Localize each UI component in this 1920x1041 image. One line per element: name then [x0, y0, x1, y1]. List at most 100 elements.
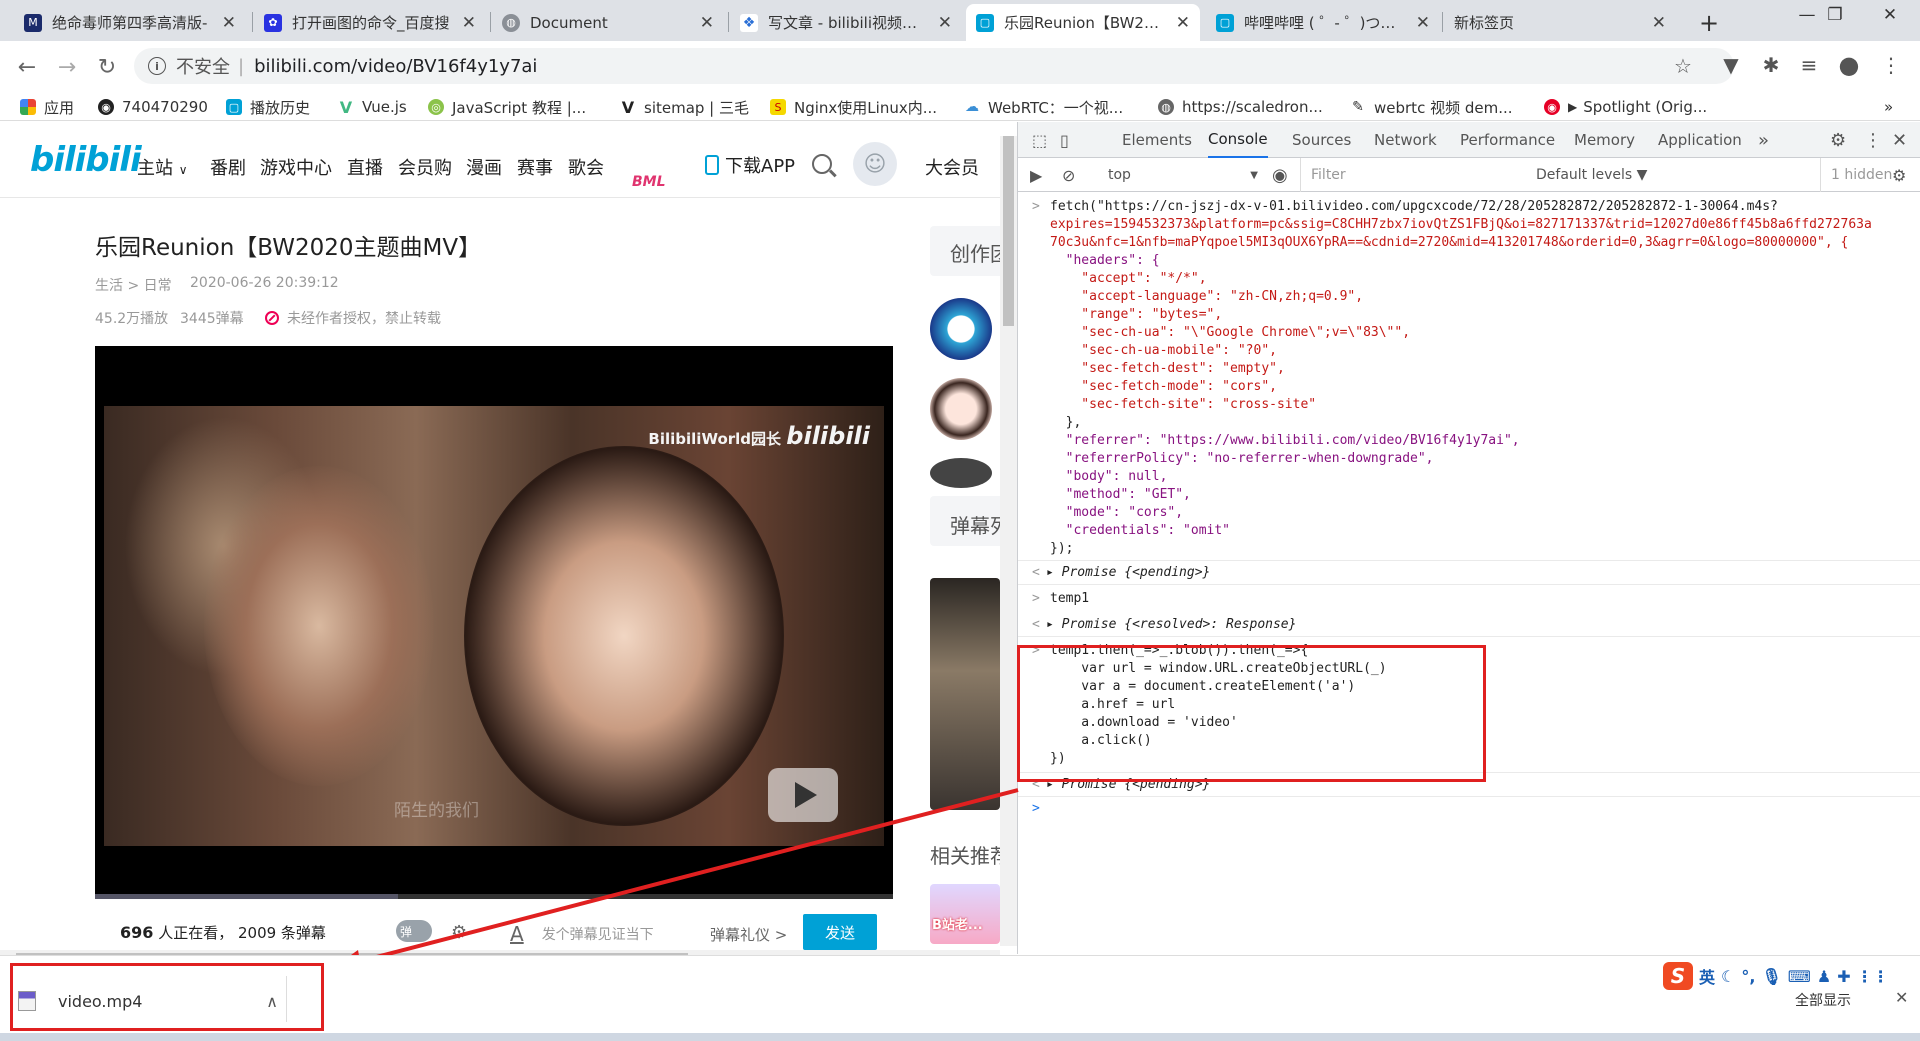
close-icon[interactable]: ✕ — [700, 13, 714, 33]
nav-main[interactable]: 主站 ∨ — [137, 154, 188, 180]
tab-divider — [252, 12, 253, 32]
close-icon[interactable]: ✕ — [1416, 13, 1430, 33]
info-icon[interactable]: i — [148, 57, 166, 75]
danmaku-list-heading[interactable]: 弹幕列表 — [950, 510, 1000, 539]
eye-icon[interactable]: ◉ — [1272, 158, 1288, 192]
tab-application[interactable]: Application — [1658, 122, 1742, 158]
close-devtools-icon[interactable]: ✕ — [1892, 122, 1907, 158]
nav-shop[interactable]: 会员购 — [398, 154, 452, 180]
bilibili-logo[interactable]: bilibili — [30, 140, 142, 180]
vip-link[interactable]: 大会员 — [925, 154, 979, 180]
nav-concert[interactable]: 歌会 — [568, 154, 604, 180]
shirt-icon[interactable]: ✚ — [1837, 967, 1850, 986]
more-tabs-icon[interactable]: » — [1758, 122, 1769, 158]
close-icon[interactable]: ✕ — [1652, 13, 1666, 33]
tab-memory[interactable]: Memory — [1574, 122, 1635, 158]
dropdown-arrow-icon: ▼ — [1250, 169, 1258, 181]
nav-esports[interactable]: 赛事 — [517, 154, 553, 180]
vue-devtools-icon[interactable]: ▼ — [1718, 52, 1744, 78]
nav-anime[interactable]: 番剧 — [210, 154, 246, 180]
tab-6[interactable]: ▢ 哔哩哔哩 ( ゜- ゜)つロ 千 ✕ — [1206, 4, 1440, 41]
close-icon[interactable]: ✕ — [938, 13, 952, 33]
log-levels-select[interactable]: Default levels ▼ — [1536, 158, 1647, 192]
address-bar[interactable]: i 不安全 | bilibili.com/video/BV16f4y1y7ai — [134, 48, 1734, 84]
settings-gear-icon[interactable]: ⚙ — [1830, 122, 1846, 158]
sidebar-toggle-icon[interactable]: ▶ — [1030, 158, 1042, 192]
tab-network[interactable]: Network — [1374, 122, 1437, 158]
user-icon[interactable]: ♟ — [1817, 967, 1831, 986]
ime-language[interactable]: 英 — [1699, 964, 1715, 988]
download-item[interactable]: video.mp4 ∧ — [18, 978, 288, 1024]
close-icon[interactable]: ✕ — [462, 13, 476, 33]
ime-toolbar[interactable]: S 英 ☾ °, 🎙 ⌨ ♟ ✚ ⋮⋮ — [1663, 962, 1889, 990]
hidden-count[interactable]: 1 hidden — [1820, 158, 1892, 192]
more-bookmarks-icon[interactable]: » — [1884, 96, 1893, 118]
restore-button[interactable]: ❐ — [1812, 0, 1858, 30]
punctuation-icon[interactable]: °, — [1741, 967, 1755, 986]
tab-elements[interactable]: Elements — [1122, 122, 1192, 158]
show-all-downloads-button[interactable]: 全部显示 — [1795, 990, 1851, 1010]
console-output[interactable]: > fetch("https://cn-jszj-dx-v-01.bilivide… — [1018, 192, 1920, 954]
extensions-icon[interactable]: ✱ — [1758, 52, 1784, 78]
star-icon[interactable]: ☆ — [1670, 53, 1696, 79]
tab-5-active[interactable]: ▢ 乐园Reunion【BW2020 ✕ — [966, 4, 1200, 41]
inspect-icon[interactable]: ⬚ — [1032, 122, 1047, 158]
bookmark-js[interactable]: ◎ JavaScript 教程 |... — [428, 96, 586, 118]
nav-game-center[interactable]: 游戏中心 — [260, 154, 332, 180]
creator-avatar[interactable] — [930, 378, 992, 440]
bookmark-sitemap[interactable]: Vsitemap | 三毛 — [620, 96, 749, 118]
bookmark-vue[interactable]: V Vue.js — [338, 96, 407, 118]
bookmark-history[interactable]: ▢ 播放历史 — [226, 96, 310, 118]
profile-icon[interactable]: ● — [1836, 51, 1862, 79]
tab-sources[interactable]: Sources — [1292, 122, 1351, 158]
clear-console-icon[interactable]: ⊘ — [1062, 158, 1075, 192]
new-tab-button[interactable]: + — [1694, 4, 1724, 41]
chevron-up-icon[interactable]: ∧ — [266, 992, 278, 1011]
tab-4[interactable]: ❖ 写文章 - bilibili视频下载 ✕ — [730, 4, 962, 41]
download-app-link[interactable]: 下载APP — [705, 152, 795, 178]
tab-1[interactable]: M 绝命毒师第四季高清版- ✕ — [14, 4, 246, 41]
tab-console[interactable]: Console — [1208, 122, 1268, 158]
forward-button[interactable]: → — [52, 52, 82, 82]
filter-input[interactable]: Filter — [1300, 158, 1486, 192]
creator-avatar[interactable] — [930, 458, 992, 488]
device-toolbar-icon[interactable]: ▯ — [1060, 122, 1069, 158]
bml-logo[interactable]: BML — [632, 174, 666, 190]
bookmark-spotlight[interactable]: ◉ ▶ Spotlight (Orig... — [1544, 96, 1707, 118]
tab-3[interactable]: ◍ Document ✕ — [492, 4, 724, 41]
moon-icon[interactable]: ☾ — [1721, 967, 1735, 986]
kebab-menu-icon[interactable]: ⋮ — [1864, 122, 1882, 158]
search-icon[interactable] — [812, 154, 832, 174]
console-settings-icon[interactable]: ⚙ — [1892, 158, 1906, 192]
tab-7[interactable]: 新标签页 ✕ — [1444, 4, 1676, 41]
close-icon[interactable]: ✕ — [1176, 13, 1190, 33]
menu-icon[interactable]: ⋮ — [1878, 52, 1904, 78]
microphone-icon[interactable]: 🎙 — [1761, 967, 1781, 986]
bookmark-webrtc[interactable]: ☁ WebRTC：一个视... — [964, 96, 1123, 118]
bookmark-github[interactable]: ◉ 740470290 — [98, 96, 208, 118]
tab-2[interactable]: ✿ 打开画图的命令_百度搜 ✕ — [254, 4, 486, 41]
sidebar-video-thumbnail[interactable] — [930, 578, 1000, 810]
reload-button[interactable]: ↻ — [92, 52, 122, 82]
scroll-thumb[interactable] — [1003, 136, 1014, 326]
bookmark-nginx[interactable]: S Nginx使用Linux内... — [770, 96, 937, 118]
grid-icon[interactable]: ⋮⋮ — [1857, 967, 1889, 986]
video-category[interactable]: 生活 > 日常 — [95, 275, 172, 295]
bookmark-apps[interactable]: 应用 — [20, 96, 74, 118]
keyboard-icon[interactable]: ⌨ — [1788, 967, 1811, 986]
close-shelf-icon[interactable]: ✕ — [1895, 988, 1908, 1007]
url-text[interactable]: bilibili.com/video/BV16f4y1y7ai — [254, 56, 537, 77]
back-button[interactable]: ← — [12, 52, 42, 82]
tab-performance[interactable]: Performance — [1460, 122, 1555, 158]
close-window-button[interactable]: ✕ — [1860, 0, 1920, 30]
globe-icon: ◍ — [1158, 99, 1174, 115]
nav-live[interactable]: 直播 — [347, 154, 383, 180]
bookmark-webrtc-demo[interactable]: ✎ webrtc 视频 dem... — [1350, 96, 1513, 118]
close-icon[interactable]: ✕ — [222, 13, 236, 33]
media-control-icon[interactable]: ≡ — [1796, 52, 1822, 78]
nav-manga[interactable]: 漫画 — [466, 154, 502, 180]
avatar[interactable]: ☺ — [853, 142, 897, 186]
creator-avatar[interactable] — [930, 298, 992, 360]
context-select[interactable]: top ▼ — [1108, 158, 1258, 192]
bookmark-scaledrone[interactable]: ◍ https://scaledron... — [1158, 96, 1323, 118]
